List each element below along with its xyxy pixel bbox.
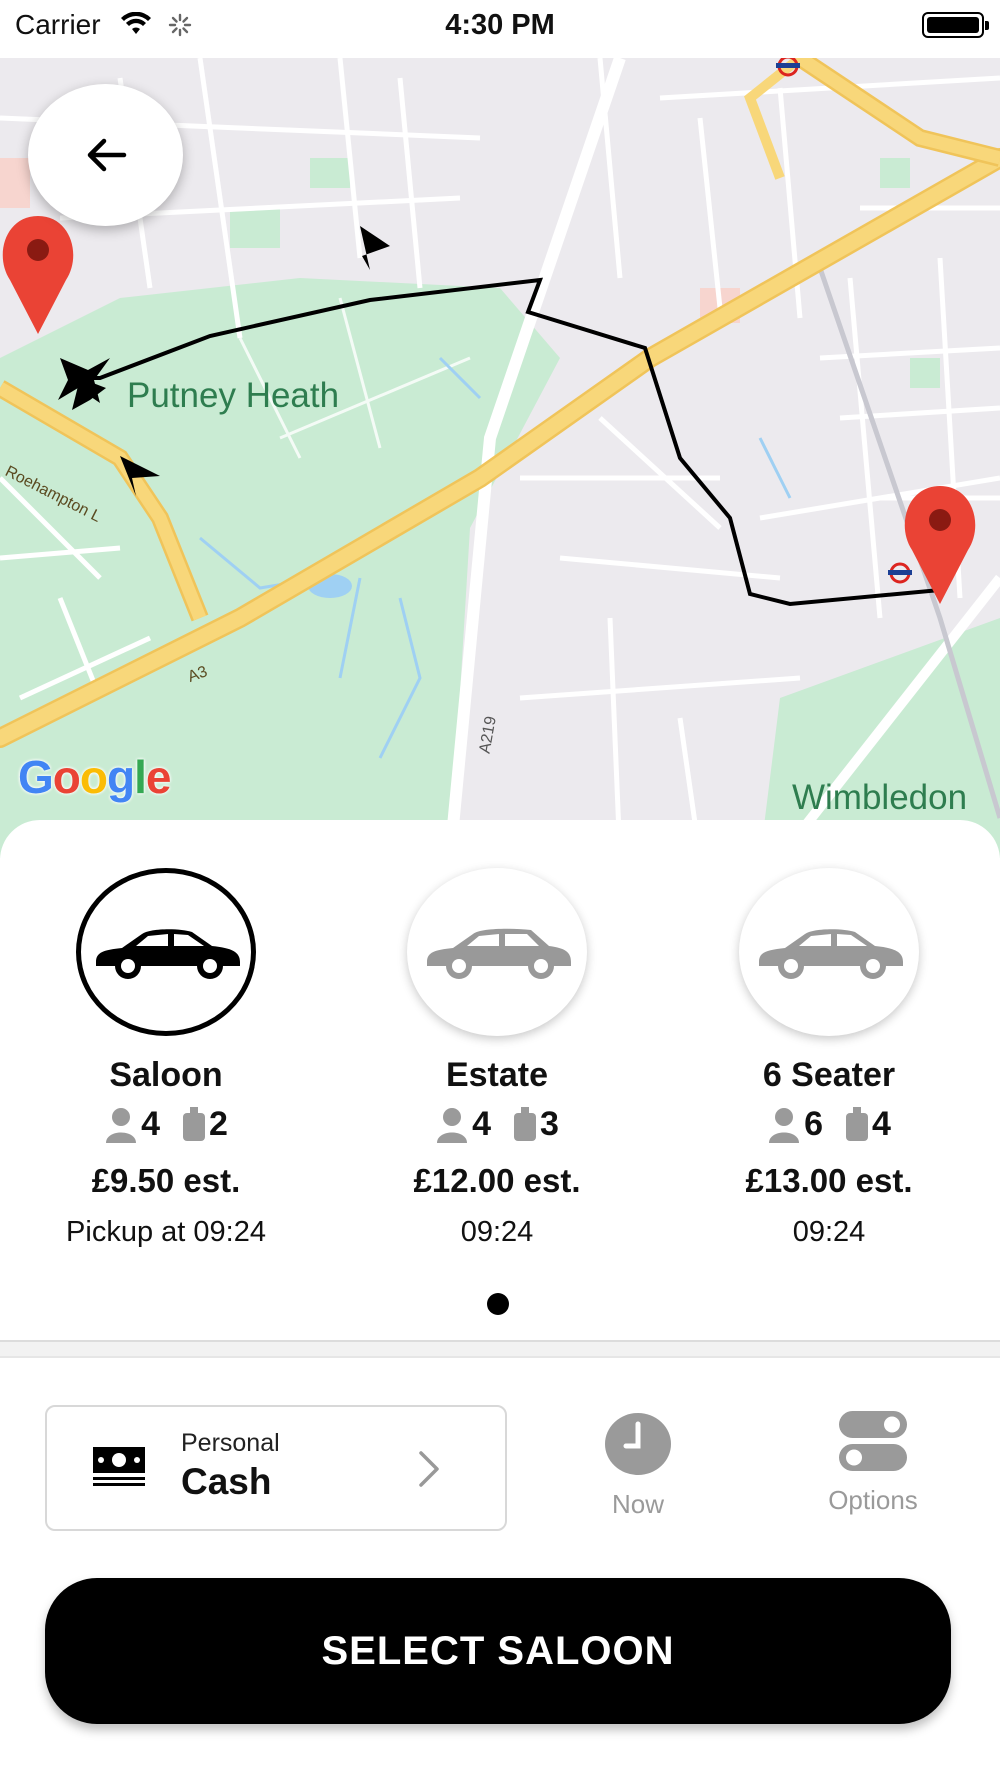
vehicle-capacity: 4 3	[337, 1105, 657, 1144]
luggage-icon	[846, 1106, 868, 1141]
vehicle-capacity: 6 4	[669, 1105, 989, 1144]
luggage-count: 3	[540, 1105, 559, 1143]
vehicle-price: £13.00 est.	[745, 1162, 913, 1199]
chevron-right-icon	[419, 1451, 439, 1487]
battery-icon	[922, 12, 989, 38]
arrow-left-icon	[87, 138, 126, 172]
passenger-count: 4	[472, 1105, 491, 1143]
carousel-page-indicator[interactable]	[487, 1293, 509, 1315]
map-label-putney-heath: Putney Heath	[127, 376, 340, 415]
clock-icon	[605, 1413, 671, 1475]
car-icon	[96, 929, 240, 979]
ride-options-label: Options	[828, 1485, 918, 1515]
dropoff-pin-icon	[904, 486, 976, 604]
luggage-count: 2	[209, 1105, 228, 1143]
payment-account-type: Personal	[181, 1429, 280, 1457]
vehicle-image-circle[interactable]	[76, 868, 256, 1036]
vehicle-option-saloon[interactable]: Saloon 4 2 £9.50 est. Pickup at 09:24	[6, 820, 326, 1249]
car-icon	[427, 928, 571, 979]
payment-method-selector[interactable]: Personal Cash	[45, 1405, 507, 1531]
vehicle-name: Saloon	[109, 1056, 223, 1094]
luggage-icon	[514, 1106, 536, 1141]
vehicle-price: £12.00 est.	[413, 1162, 581, 1199]
ride-options-button[interactable]: Options	[818, 1410, 928, 1516]
cash-icon	[93, 1447, 145, 1486]
car-icon	[759, 929, 903, 979]
pickup-pin-icon	[2, 216, 74, 334]
google-logo: Google	[18, 751, 171, 803]
vehicle-option-6-seater[interactable]: 6 Seater 6 4 £13.00 est. 09:24	[669, 820, 989, 1249]
schedule-time-button[interactable]: Now	[598, 1412, 678, 1520]
vehicle-image-circle[interactable]	[739, 868, 919, 1036]
vehicle-pickup-time: 09:24	[460, 1216, 534, 1248]
payment-method-label: Cash	[181, 1461, 272, 1502]
toggle-icon	[839, 1411, 907, 1471]
vehicle-pickup-time: Pickup at 09:24	[66, 1216, 266, 1248]
map-label-wimbledon: Wimbledon	[792, 778, 968, 817]
select-vehicle-button[interactable]: SELECT SALOON	[45, 1578, 951, 1724]
status-time: 4:30 PM	[445, 9, 555, 41]
passenger-icon	[769, 1107, 800, 1143]
vehicle-option-estate[interactable]: Estate 4 3 £12.00 est. 09:24	[337, 820, 657, 1249]
passenger-count: 6	[804, 1105, 823, 1143]
status-bar: Carrier 4:30 PM	[0, 0, 1000, 58]
vehicle-image-circle[interactable]	[407, 868, 587, 1036]
passenger-icon	[437, 1107, 468, 1143]
back-button[interactable]	[28, 84, 183, 226]
schedule-time-label: Now	[611, 1489, 664, 1519]
vehicle-name: 6 Seater	[762, 1056, 896, 1094]
luggage-count: 4	[872, 1105, 891, 1143]
vehicle-price: £9.50 est.	[91, 1162, 241, 1199]
passenger-count: 4	[141, 1105, 160, 1143]
vehicle-name: Estate	[445, 1056, 549, 1094]
vehicle-pickup-time: 09:24	[792, 1216, 866, 1248]
passenger-icon	[106, 1107, 137, 1143]
vehicle-capacity: 4 2	[6, 1105, 326, 1144]
luggage-icon	[183, 1106, 205, 1141]
vehicle-selection-sheet: Saloon 4 2 £9.50 est. Pickup at 09:24 Es…	[0, 820, 1000, 1778]
section-divider	[0, 1340, 1000, 1358]
